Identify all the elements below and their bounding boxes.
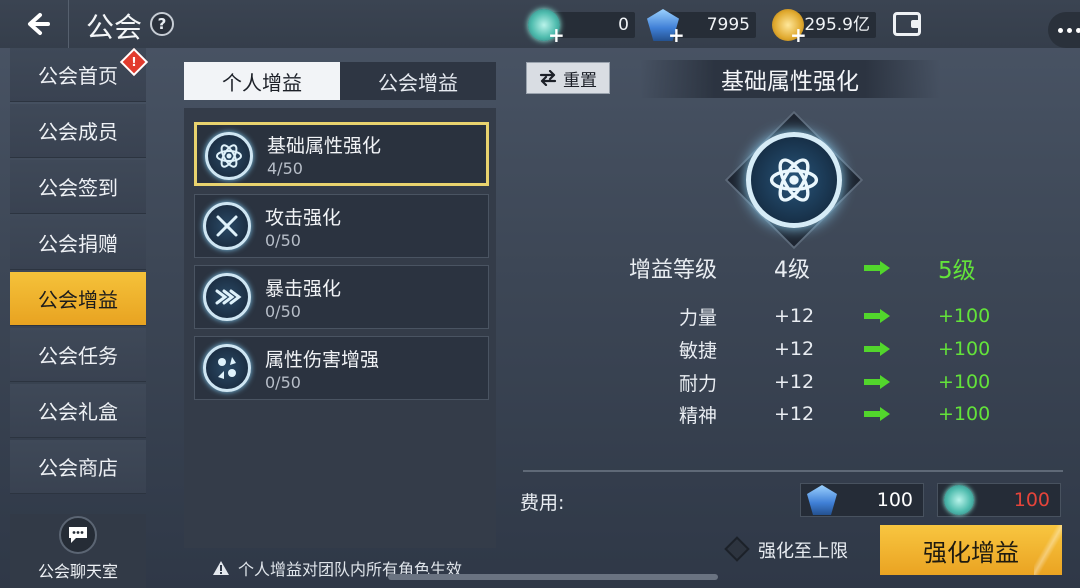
sidebar-item-label: 公会签到 — [38, 176, 118, 200]
level-label: 增益等级 — [628, 258, 717, 283]
buff-level: 0/50 — [265, 231, 301, 250]
sidebar-item-label: 公会任务 — [38, 344, 118, 368]
blue-diamond-icon — [807, 485, 837, 515]
enhance-to-max-label: 强化至上限 — [758, 541, 848, 562]
sidebar-item-label: 公会成员 — [38, 120, 118, 144]
guild-chat-label: 公会聊天室 — [37, 562, 118, 581]
sidebar-item-guild-members[interactable]: 公会成员 — [10, 104, 146, 158]
crossed-swords-icon — [203, 202, 251, 250]
enhance-buff-label: 强化增益 — [923, 538, 1019, 567]
tab-guild-buff[interactable]: 公会增益 — [340, 62, 496, 100]
divider — [68, 0, 69, 48]
back-arrow-icon — [28, 13, 50, 35]
sidebar-item-label: 公会增益 — [38, 288, 118, 312]
level-current: 4级 — [774, 258, 810, 283]
stat-next: +100 — [938, 305, 991, 327]
stat-row-spirit: 精神 +12 +100 — [520, 398, 1060, 430]
sidebar-item-guild-giftbox[interactable]: 公会礼盒 — [10, 384, 146, 438]
stat-label: 力量 — [678, 306, 717, 329]
buff-name: 属性伤害增强 — [265, 349, 380, 371]
buff-level: 0/50 — [265, 302, 301, 321]
help-icon[interactable]: ? — [150, 12, 174, 36]
add-crystal-button[interactable]: + — [548, 25, 565, 45]
cost-diamond-value: 100 — [876, 489, 913, 511]
stat-current: +12 — [774, 338, 815, 360]
sidebar-item-label: 公会礼盒 — [38, 400, 118, 424]
buff-name: 攻击强化 — [265, 207, 342, 229]
stat-label: 耐力 — [678, 372, 717, 395]
sidebar-item-label: 公会捐赠 — [38, 232, 118, 256]
warning-icon — [213, 561, 229, 575]
enhance-to-max-checkbox[interactable] — [724, 536, 750, 562]
guild-chat-button[interactable]: 公会聊天室 — [10, 514, 146, 588]
stat-label: 精神 — [678, 404, 717, 427]
selected-buff-icon-frame — [724, 110, 864, 250]
level-row: 增益等级 4级 5级 — [520, 252, 1060, 284]
crystal-orb-icon — [944, 485, 974, 515]
chat-bubble-icon — [59, 516, 97, 554]
buff-tabs: 个人增益 公会增益 — [184, 62, 496, 100]
add-gold-button[interactable]: + — [790, 25, 807, 45]
more-menu-button[interactable] — [1048, 12, 1080, 48]
stat-label: 敏捷 — [678, 339, 717, 362]
stat-current: +12 — [774, 371, 815, 393]
cost-crystal: 100 — [937, 483, 1061, 517]
sidebar-item-guild-tasks[interactable]: 公会任务 — [10, 328, 146, 382]
scrollbar[interactable] — [388, 574, 718, 580]
buff-item-critical[interactable]: 暴击强化 0/50 — [194, 265, 489, 329]
cost-label: 费用: — [520, 492, 565, 514]
atom-icon — [205, 132, 253, 180]
sidebar-item-guild-checkin[interactable]: 公会签到 — [10, 160, 146, 214]
dot-icon — [1058, 27, 1063, 33]
sidebar: 公会首页 ! 公会成员 公会签到 公会捐赠 公会增益 公会任务 公会礼盒 公会商… — [10, 47, 149, 588]
stat-row-stamina: 耐力 +12 +100 — [520, 366, 1060, 398]
stat-next: +100 — [938, 371, 991, 393]
elements-icon — [203, 344, 251, 392]
wallet-icon[interactable] — [893, 12, 921, 36]
green-arrow-icon — [864, 309, 890, 323]
sidebar-item-guild-buff[interactable]: 公会增益 — [10, 272, 146, 326]
divider — [523, 470, 1063, 472]
sidebar-item-label: 公会首页 — [38, 64, 118, 88]
tab-personal-buff[interactable]: 个人增益 — [184, 62, 340, 100]
add-diamond-button[interactable]: + — [668, 25, 685, 45]
critical-arrow-icon — [203, 273, 251, 321]
reset-button[interactable]: 重置 — [526, 62, 610, 94]
buff-item-basic-attributes[interactable]: 基础属性强化 4/50 — [194, 122, 489, 186]
green-arrow-icon — [864, 375, 890, 389]
green-arrow-icon — [864, 407, 890, 421]
buff-level: 4/50 — [267, 159, 303, 178]
sidebar-item-guild-donate[interactable]: 公会捐赠 — [10, 216, 146, 270]
sidebar-item-guild-shop[interactable]: 公会商店 — [10, 440, 146, 494]
sidebar-item-label: 公会商店 — [38, 456, 118, 480]
green-arrow-icon — [864, 342, 890, 356]
stat-next: +100 — [938, 338, 991, 360]
swap-arrows-icon — [539, 70, 557, 86]
stat-next: +100 — [938, 403, 991, 425]
atom-icon — [746, 132, 842, 228]
alert-icon: ! — [131, 55, 137, 69]
stat-current: +12 — [774, 305, 815, 327]
buff-item-attack[interactable]: 攻击强化 0/50 — [194, 194, 489, 258]
stat-row-agility: 敏捷 +12 +100 — [520, 333, 1060, 365]
level-next: 5级 — [938, 258, 976, 284]
buff-name: 基础属性强化 — [267, 135, 382, 157]
reset-label: 重置 — [563, 70, 597, 91]
buff-list: 基础属性强化 4/50 攻击强化 0/50 暴击强化 0/50 属性伤害增强 0… — [184, 108, 496, 548]
top-bar: 公会 ? 0 + 7995 + 295.9亿 + — [0, 0, 1080, 48]
cost-diamond: 100 — [800, 483, 924, 517]
stat-current: +12 — [774, 403, 815, 425]
dot-icon — [1076, 27, 1080, 33]
dot-icon — [1067, 27, 1072, 33]
green-arrow-icon — [864, 261, 890, 275]
stat-row-strength: 力量 +12 +100 — [520, 300, 1060, 332]
enhance-buff-button[interactable]: 强化增益 — [880, 525, 1062, 575]
back-button[interactable] — [10, 6, 64, 42]
buff-item-elemental-damage[interactable]: 属性伤害增强 0/50 — [194, 336, 489, 400]
page-title: 公会 — [86, 11, 143, 44]
buff-level: 0/50 — [265, 373, 301, 392]
detail-title: 基础属性强化 — [640, 60, 940, 98]
cost-crystal-value: 100 — [1013, 489, 1050, 511]
buff-name: 暴击强化 — [265, 278, 342, 300]
